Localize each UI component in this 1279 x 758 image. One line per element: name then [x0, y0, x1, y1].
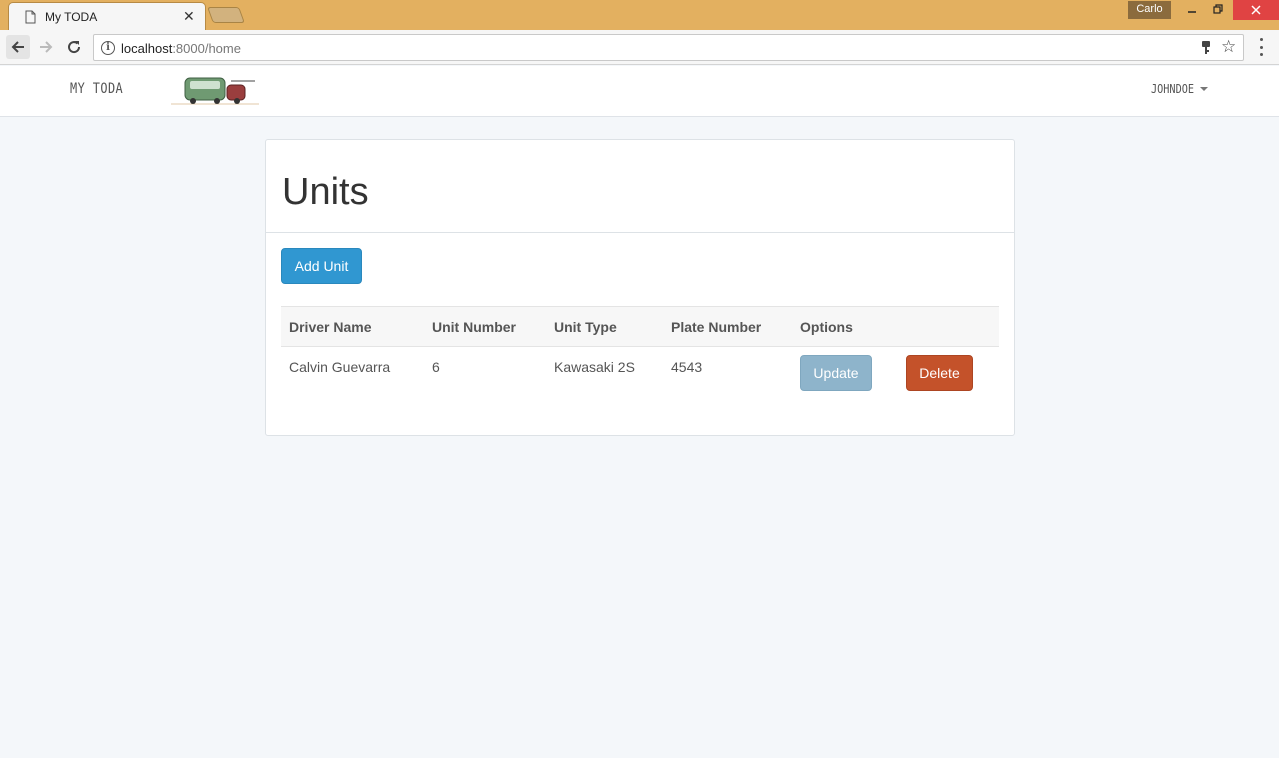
brand-name[interactable]: MY TODA — [70, 81, 123, 97]
cell-unit-type: Kawasaki 2S — [554, 359, 635, 375]
address-bar[interactable]: i localhost:8000/home ☆ — [93, 34, 1244, 61]
update-button[interactable]: Update — [800, 355, 872, 391]
menu-icon[interactable] — [1253, 38, 1269, 56]
tab-close-icon[interactable]: ✕ — [183, 8, 195, 24]
restore-icon[interactable] — [1205, 0, 1231, 20]
browser-toolbar: i localhost:8000/home ☆ — [0, 30, 1279, 65]
url-text[interactable]: localhost:8000/home — [121, 41, 241, 56]
table-header-row: Driver Name Unit Number Unit Type Plate … — [281, 306, 999, 347]
back-arrow-icon[interactable] — [6, 35, 30, 59]
profile-badge[interactable]: Carlo — [1128, 1, 1171, 19]
delete-button[interactable]: Delete — [906, 355, 973, 391]
header-options-spacer — [898, 306, 999, 347]
table-row: Calvin Guevarra 6 Kawasaki 2S 4543 Updat… — [281, 347, 999, 399]
info-icon[interactable]: i — [101, 41, 115, 55]
cell-update: Update — [792, 347, 898, 399]
cell-plate-number: 4543 — [671, 359, 703, 375]
user-name: JOHNDOE — [1151, 82, 1194, 96]
header-unit-number: Unit Number — [424, 306, 546, 347]
user-dropdown[interactable]: JOHNDOE — [1151, 82, 1208, 96]
minimize-icon[interactable] — [1179, 0, 1205, 20]
new-tab-button[interactable] — [207, 7, 245, 23]
tricycle-logo — [171, 77, 259, 105]
page-title: Units — [282, 171, 369, 213]
header-unit-type: Unit Type — [546, 306, 663, 347]
header-options: Options — [792, 306, 898, 347]
app-navbar: MY TODA JOHNDOE — [0, 66, 1279, 117]
caret-down-icon — [1199, 87, 1208, 91]
reload-icon[interactable] — [62, 35, 86, 59]
page-icon — [25, 10, 36, 24]
header-plate-number: Plate Number — [663, 306, 792, 347]
cell-delete: Delete — [898, 347, 999, 399]
cell-unit-number: 6 — [432, 359, 440, 375]
header-driver-name: Driver Name — [281, 306, 424, 347]
close-window-icon[interactable] — [1233, 0, 1279, 20]
add-unit-button[interactable]: Add Unit — [281, 248, 362, 284]
browser-titlebar: My TODA ✕ Carlo — [0, 0, 1279, 30]
cell-driver-name: Calvin Guevarra — [289, 359, 391, 375]
units-panel: Units Add Unit Driver Name Unit Number U… — [265, 139, 1015, 436]
browser-tab[interactable]: My TODA ✕ — [8, 2, 206, 30]
star-icon[interactable]: ☆ — [1221, 37, 1236, 57]
panel-heading: Units — [266, 140, 1014, 233]
key-icon[interactable] — [1200, 40, 1212, 56]
units-table: Driver Name Unit Number Unit Type Plate … — [281, 306, 999, 399]
forward-arrow-icon[interactable] — [34, 35, 58, 59]
tab-title: My TODA — [45, 10, 98, 24]
